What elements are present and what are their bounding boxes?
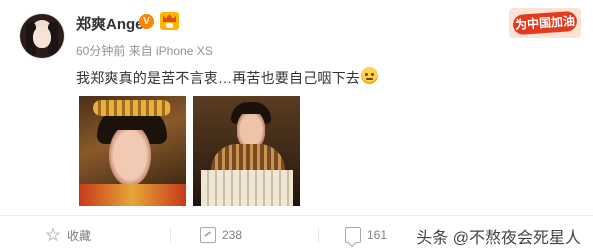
action-separator (318, 228, 319, 242)
crown-shape (163, 14, 176, 22)
image2-fan (211, 144, 285, 170)
comment-button[interactable]: 161 (345, 226, 387, 244)
post-meta: 60分钟前 来自 iPhone XS (76, 44, 213, 58)
promo-badge[interactable]: 为中国加油 (509, 8, 581, 38)
watermark: 头条 @不熬夜会死星人 (414, 224, 583, 248)
post-image-1[interactable] (79, 96, 186, 206)
comment-count: 161 (367, 228, 388, 242)
avatar-face (33, 26, 51, 48)
favorite-button[interactable]: 收藏 (45, 226, 91, 244)
action-divider (0, 215, 593, 216)
action-separator (170, 228, 171, 242)
emoji-eye-right (371, 73, 374, 76)
image1-face (109, 130, 151, 186)
user-avatar[interactable] (20, 14, 64, 58)
favorite-label: 收藏 (67, 228, 92, 243)
image1-headdress (93, 100, 171, 116)
image1-robe (79, 184, 186, 206)
blush-emoji-icon (361, 67, 378, 84)
username-link[interactable]: 郑爽Angel (76, 13, 148, 34)
post-image-2[interactable] (193, 96, 300, 206)
image2-cloth (201, 170, 293, 206)
emoji-eye-left (365, 73, 368, 76)
repost-icon (200, 227, 216, 243)
repost-button[interactable]: 238 (200, 226, 242, 244)
post-text: 我郑爽真的是苦不言衷…再苦也要自己咽下去 (76, 70, 360, 86)
verified-badge-icon: V (139, 14, 154, 29)
crown-base (166, 23, 173, 28)
repost-count: 238 (222, 228, 243, 242)
star-icon (45, 227, 61, 242)
vip-crown-icon[interactable] (160, 12, 179, 30)
comment-icon (345, 227, 361, 243)
emoji-mouth (366, 78, 373, 80)
